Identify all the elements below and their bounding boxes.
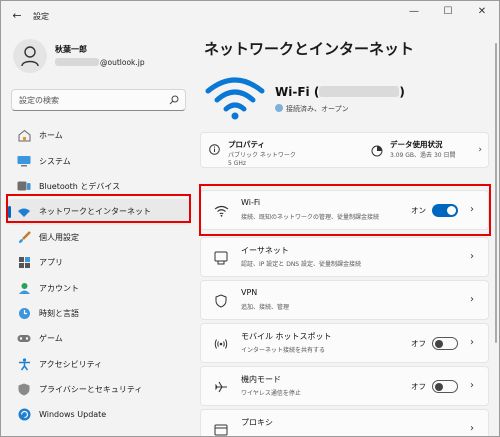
hotspot-icon	[213, 336, 229, 352]
sidebar-item-accounts[interactable]: アカウント	[7, 275, 191, 300]
person-icon	[21, 46, 39, 67]
data-usage-button[interactable]: データ使用状況 3.09 GB、過去 30 日間	[371, 139, 455, 160]
vpn-card[interactable]: VPN 追加、接続、管理 ›	[200, 280, 489, 320]
home-icon	[17, 129, 31, 143]
redacted-email	[55, 58, 99, 66]
search-placeholder: 設定の検索	[19, 96, 59, 105]
minimize-button[interactable]: —	[397, 1, 431, 25]
apps-icon	[17, 256, 31, 270]
airplane-state-label: オフ	[411, 382, 426, 391]
chevron-right-icon: ›	[470, 337, 474, 348]
chevron-right-icon: ›	[470, 423, 474, 434]
update-icon	[17, 408, 31, 422]
clock-globe-icon	[17, 306, 31, 320]
airplane-mode-card[interactable]: 機内モード ワイヤレス通信を停止 オフ ›	[200, 366, 489, 406]
shield-icon	[213, 293, 229, 309]
settings-window: ← 設定 — ☐ ✕ 秋葉一郎 @outlook.jp 設定の検索 ホーム シス…	[0, 0, 500, 437]
close-button[interactable]: ✕	[465, 1, 499, 25]
chevron-right-icon: ›	[478, 145, 482, 155]
chevron-right-icon: ›	[470, 251, 474, 262]
sidebar-item-gaming[interactable]: ゲーム	[7, 326, 191, 351]
monitor-icon	[17, 154, 31, 168]
sidebar-item-personalization[interactable]: 個人用設定	[7, 225, 191, 250]
properties-button[interactable]: プロパティ パブリック ネットワーク 5 GHz	[209, 139, 296, 168]
account-icon	[17, 281, 31, 295]
user-email: @outlook.jp	[55, 58, 145, 67]
user-name: 秋葉一郎	[55, 45, 87, 54]
page-title: ネットワークとインターネット	[204, 40, 415, 58]
sidebar-item-system[interactable]: システム	[7, 148, 191, 173]
gamepad-icon	[17, 332, 31, 346]
accessibility-icon	[17, 357, 31, 371]
brush-icon	[17, 230, 31, 244]
connection-name: Wi-Fi ()	[275, 85, 405, 99]
scrollbar[interactable]	[495, 43, 497, 343]
bluetooth-icon	[17, 179, 31, 193]
sidebar-item-accessibility[interactable]: アクセシビリティ	[7, 352, 191, 377]
ethernet-card[interactable]: イーサネット 認証、IP 設定と DNS 設定、従量制課金接続 ›	[200, 237, 489, 277]
title-bar: ← 設定 — ☐ ✕	[1, 1, 499, 31]
shield-icon	[17, 383, 31, 397]
ethernet-icon	[213, 250, 229, 266]
search-input[interactable]: 設定の検索	[11, 89, 186, 111]
sidebar-item-privacy[interactable]: プライバシーとセキュリティ	[7, 377, 191, 402]
mobile-hotspot-card[interactable]: モバイル ホットスポット インターネット接続を共有する オフ ›	[200, 323, 489, 363]
pie-chart-icon	[371, 145, 383, 157]
properties-card: プロパティ パブリック ネットワーク 5 GHz データ使用状況 3.09 GB…	[200, 132, 489, 168]
chevron-right-icon: ›	[470, 380, 474, 391]
search-icon	[169, 95, 179, 105]
redacted-ssid	[319, 86, 400, 97]
sidebar-item-time-language[interactable]: 時刻と言語	[7, 301, 191, 326]
hotspot-toggle[interactable]	[432, 337, 458, 350]
wifi-icon	[205, 77, 265, 120]
chevron-right-icon: ›	[470, 294, 474, 305]
info-icon	[209, 144, 220, 155]
hotspot-state-label: オフ	[411, 339, 426, 348]
airplane-icon	[213, 379, 229, 395]
highlight-box-wifi	[199, 184, 491, 236]
sidebar-nav: ホーム システム Bluetooth とデバイス ネットワークとインターネット …	[7, 123, 191, 428]
back-button[interactable]: ←	[9, 8, 25, 24]
user-profile[interactable]: 秋葉一郎 @outlook.jp	[13, 37, 188, 77]
sidebar-item-home[interactable]: ホーム	[7, 123, 191, 148]
app-title: 設定	[33, 12, 49, 21]
connection-status: 接続済み、オープン	[275, 104, 349, 114]
proxy-icon	[213, 422, 229, 436]
window-controls: — ☐ ✕	[397, 1, 499, 25]
maximize-button[interactable]: ☐	[431, 1, 465, 25]
sidebar-item-windows-update[interactable]: Windows Update	[7, 402, 191, 427]
avatar	[13, 39, 47, 73]
airplane-toggle[interactable]	[432, 380, 458, 393]
highlight-box-sidebar	[6, 194, 191, 223]
globe-icon	[275, 104, 283, 112]
sidebar-item-apps[interactable]: アプリ	[7, 250, 191, 275]
proxy-card[interactable]: プロキシ ›	[200, 409, 489, 436]
